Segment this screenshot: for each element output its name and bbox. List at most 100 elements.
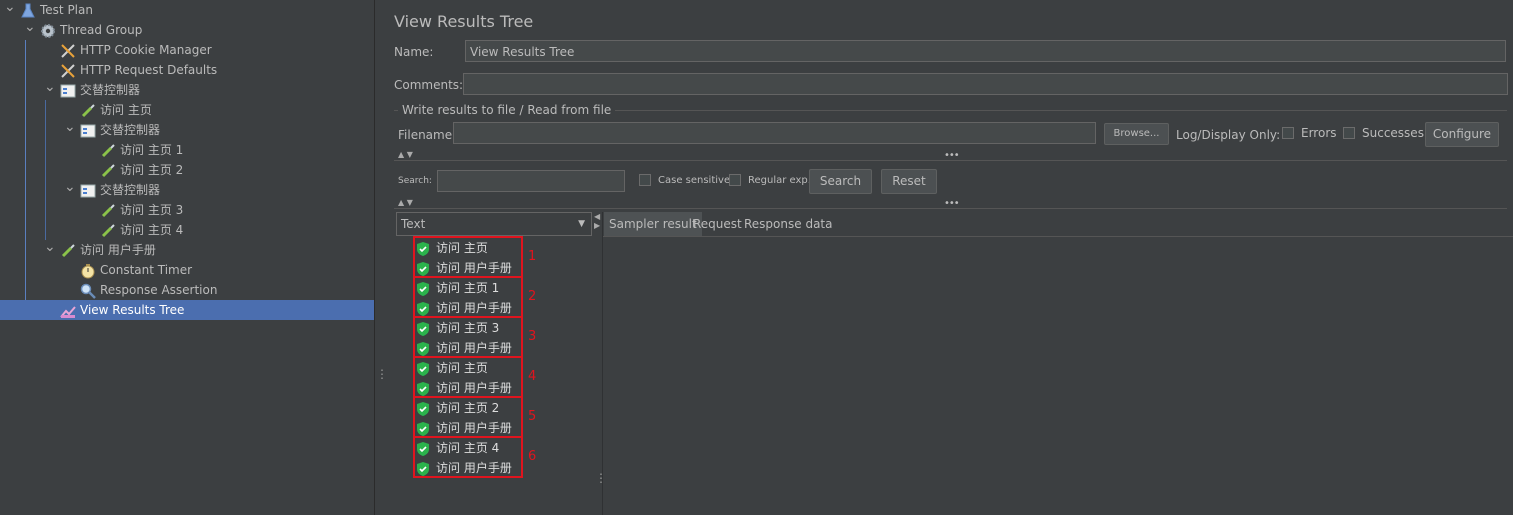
test-plan-tree[interactable]: Test Plan ⌄ Thread Group ⌄ HTTP Cookie Manag… [0,0,375,515]
file-group-title: Write results to file / Read from file [398,103,616,117]
tree-node-label: 访问 主页 2 [120,163,184,177]
case-sensitive-label: Case sensitive [658,175,731,186]
tree-node[interactable]: Response Assertion [80,280,217,300]
result-sample[interactable]: 访问 主页 3 [417,318,499,338]
tree-node-label: Thread Group [60,23,143,37]
result-sample[interactable]: 访问 用户手册 [417,458,512,478]
tree-guide-line [45,100,46,240]
result-sample[interactable]: 访问 主页 [417,238,488,258]
result-sample[interactable]: 访问 用户手册 [417,258,512,278]
result-sample-label: 访问 用户手册 [436,301,512,315]
collapse-arrows-icon[interactable]: ◀ ▶ [594,212,600,230]
result-sample-label: 访问 主页 3 [436,321,500,335]
result-sample[interactable]: 访问 主页 [417,358,488,378]
tree-node-label: 访问 主页 [100,103,152,117]
flask-icon [20,3,36,19]
result-sample-label: 访问 主页 [436,361,488,375]
wrench-icon [60,63,76,79]
reset-button[interactable]: Reset [881,169,937,194]
controller-icon [80,123,96,139]
pipette-icon [100,203,116,219]
success-shield-icon [417,341,429,356]
annotation-number: 5 [528,409,537,424]
success-shield-icon [417,421,429,436]
regex-label: Regular exp. [748,175,811,186]
name-field[interactable]: View Results Tree [465,40,1506,62]
result-sample[interactable]: 访问 主页 4 [417,438,499,458]
comments-field[interactable] [463,73,1508,95]
expand-chevron-icon[interactable]: ⌄ [44,80,56,100]
view-results-tree-panel: View Results Tree Name: View Results Tre… [384,0,1513,515]
collapse-arrows-icon[interactable]: ▲ ▼ [398,198,413,207]
splitter-grip-icon[interactable]: ••• [944,198,960,209]
result-sample[interactable]: 访问 主页 1 [417,278,499,298]
renderer-selected-value: Text [401,217,426,231]
pipette-icon [60,243,76,259]
tree-node[interactable]: View Results Tree [0,300,374,320]
splitter-grip-icon[interactable]: ••• [944,150,960,161]
vertical-splitter[interactable]: ⋮ [375,0,388,515]
tree-node-label: Response Assertion [100,283,218,297]
tree-node[interactable]: 访问 主页 4 [100,220,183,240]
annotation-number: 4 [528,369,537,384]
tab-response-data[interactable]: Response data [739,212,837,236]
result-sample[interactable]: 访问 主页 2 [417,398,499,418]
errors-checkbox[interactable] [1282,127,1294,139]
regex-checkbox[interactable] [729,174,741,186]
success-shield-icon [417,381,429,396]
tree-node[interactable]: 交替控制器 [80,120,160,140]
result-sample[interactable]: 访问 用户手册 [417,338,512,358]
result-sample[interactable]: 访问 用户手册 [417,378,512,398]
tree-node-label: 访问 主页 3 [120,203,184,217]
tree-node[interactable]: 访问 主页 [80,100,152,120]
tab-request[interactable]: Request [688,212,747,236]
expand-chevron-icon[interactable]: ⌄ [24,20,36,40]
tree-node[interactable]: 访问 用户手册 [60,240,156,260]
inner-splitter[interactable]: ◀ ▶ ⋮ [594,212,607,515]
tree-node[interactable]: 访问 主页 2 [100,160,183,180]
result-sample[interactable]: 访问 用户手册 [417,418,512,438]
tree-node[interactable]: 交替控制器 [60,80,140,100]
search-button[interactable]: Search [809,169,872,194]
tree-node[interactable]: Test Plan [20,0,93,20]
expand-chevron-icon[interactable]: ⌄ [64,180,76,200]
success-shield-icon [417,401,429,416]
success-shield-icon [417,461,429,476]
success-shield-icon [417,261,429,276]
result-sample-label: 访问 主页 1 [436,281,500,295]
tree-node[interactable]: HTTP Request Defaults [60,60,217,80]
tree-node-label: 交替控制器 [100,183,161,197]
stopwatch-icon [80,263,96,279]
expand-chevron-icon[interactable]: ⌄ [64,120,76,140]
successes-label: Successes [1362,126,1424,140]
tree-node-label: 交替控制器 [100,123,161,137]
success-shield-icon [417,301,429,316]
result-sample-label: 访问 用户手册 [436,261,512,275]
tree-node[interactable]: Thread Group [40,20,142,40]
success-shield-icon [417,441,429,456]
tree-node[interactable]: HTTP Cookie Manager [60,40,212,60]
panel-title: View Results Tree [394,12,534,31]
result-sample-label: 访问 用户手册 [436,381,512,395]
gear-icon [40,23,56,39]
search-input[interactable] [437,170,625,192]
browse-button[interactable]: Browse... [1104,123,1169,145]
expand-chevron-icon[interactable]: ⌄ [4,0,16,20]
tree-node[interactable]: Constant Timer [80,260,192,280]
pipette-icon [100,143,116,159]
tree-node[interactable]: 访问 主页 1 [100,140,183,160]
expand-chevron-icon[interactable]: ⌄ [44,240,56,260]
result-sample[interactable]: 访问 用户手册 [417,298,512,318]
tree-node-label: View Results Tree [80,303,185,317]
tree-node[interactable]: 访问 主页 3 [100,200,183,220]
renderer-select[interactable]: Text ▼ [396,212,592,236]
success-shield-icon [417,241,429,256]
result-sample-label: 访问 主页 4 [436,441,500,455]
tree-node[interactable]: 交替控制器 [80,180,160,200]
filename-field[interactable] [453,122,1096,144]
configure-button[interactable]: Configure [1425,122,1499,147]
result-sample-label: 访问 用户手册 [436,341,512,355]
case-sensitive-checkbox[interactable] [639,174,651,186]
successes-checkbox[interactable] [1343,127,1355,139]
collapse-arrows-icon[interactable]: ▲ ▼ [398,150,413,159]
